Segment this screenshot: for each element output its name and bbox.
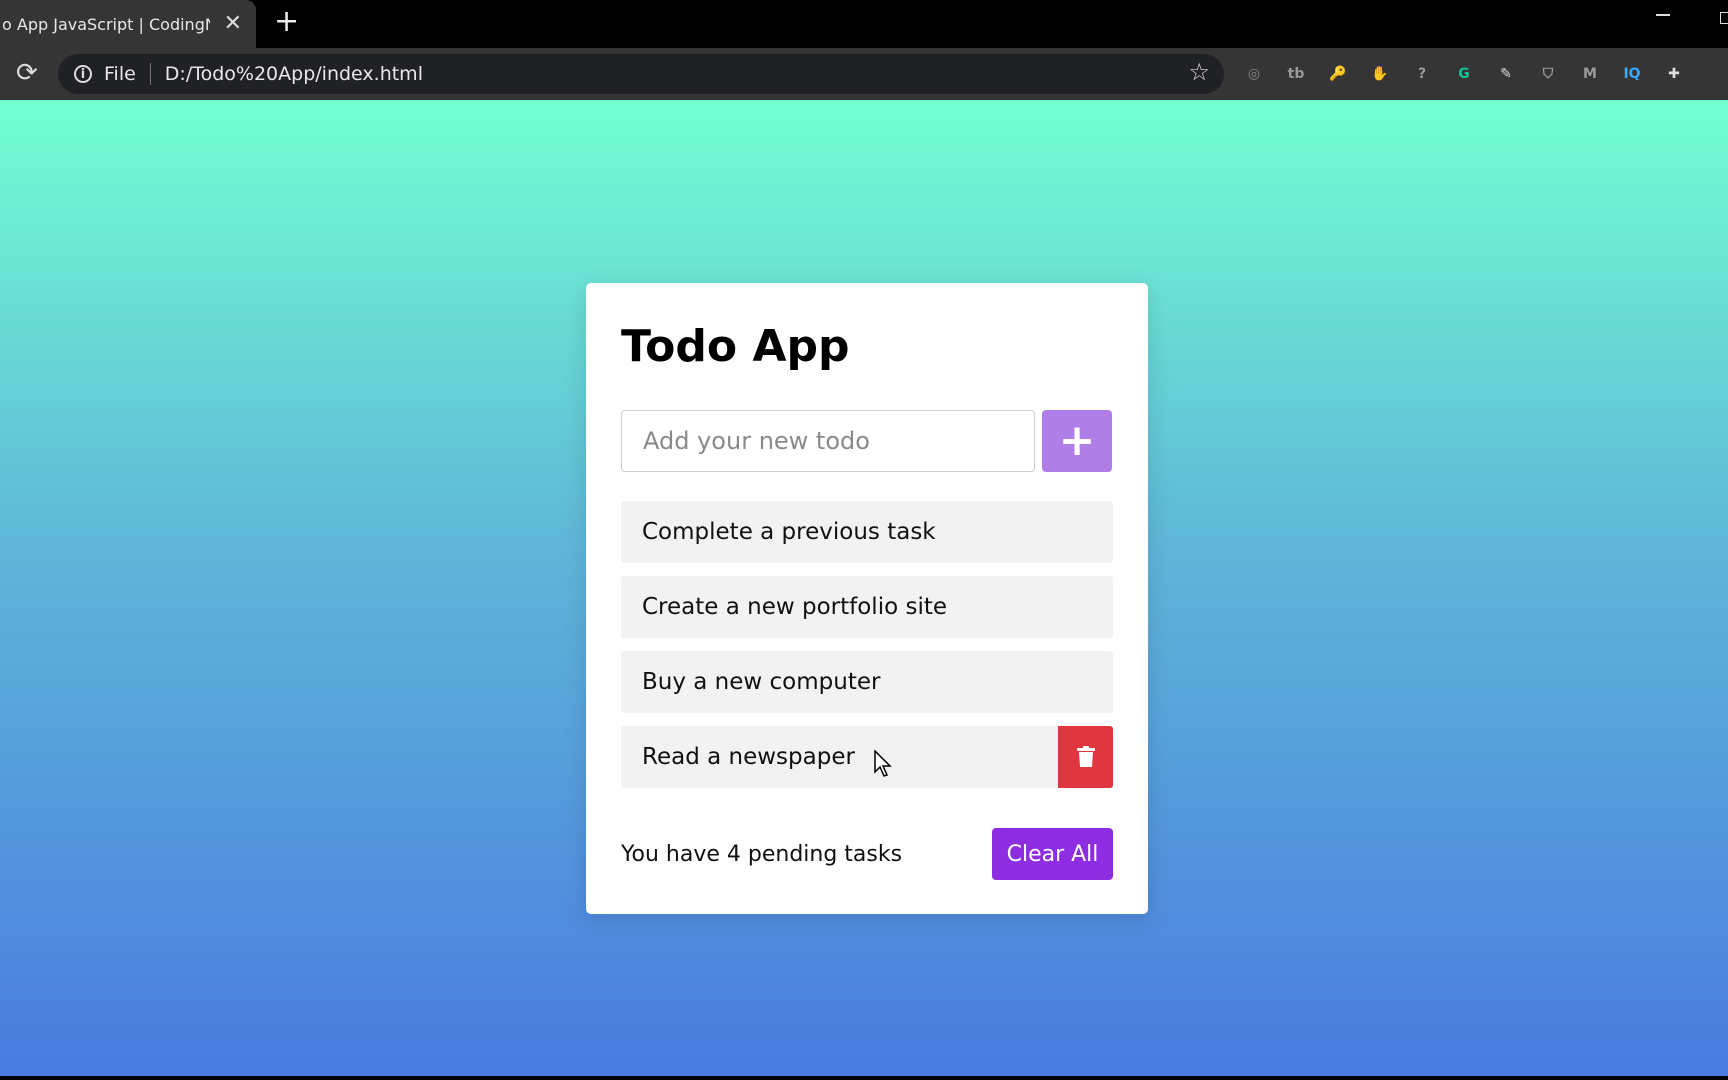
page-background: Todo App + Complete a previous task Crea… (0, 100, 1728, 1076)
add-todo-button[interactable]: + (1042, 410, 1112, 472)
todo-list: Complete a previous task Create a new po… (621, 501, 1113, 801)
bottom-edge (0, 1076, 1728, 1080)
url-scheme-label: File (104, 63, 136, 85)
mouse-cursor-icon (874, 750, 892, 777)
close-tab-icon[interactable]: ✕ (224, 11, 242, 36)
puzzle-icon[interactable]: ✚ (1660, 60, 1688, 88)
pen-icon[interactable]: ✎ (1492, 60, 1520, 88)
address-bar[interactable]: i File D:/Todo%20App/index.html ☆ (58, 54, 1224, 94)
todo-item[interactable]: Complete a previous task (621, 501, 1113, 563)
grammarly-icon[interactable]: G (1450, 60, 1478, 88)
minimize-window-button[interactable] (1656, 14, 1670, 16)
m-icon[interactable]: M (1576, 60, 1604, 88)
info-icon[interactable]: i (74, 65, 92, 83)
browser-tab-bar: o App JavaScript | CodingNep ✕ + (0, 0, 1728, 48)
app-title: Todo App (621, 321, 850, 372)
browser-tab[interactable]: o App JavaScript | CodingNep ✕ (0, 0, 256, 48)
extensions-row: ◎ tb 🔑 ✋? G ✎ ⛉ M IQ ✚ (1240, 56, 1688, 92)
iq-icon[interactable]: IQ (1618, 60, 1646, 88)
browser-toolbar: ⟳ i File D:/Todo%20App/index.html ☆ ◎ tb 🔑… (0, 48, 1728, 100)
bookmark-star-icon[interactable]: ☆ (1188, 58, 1210, 86)
todo-item[interactable]: Buy a new computer (621, 651, 1113, 713)
tab-icon[interactable]: tb (1282, 60, 1310, 88)
hand-stop-icon[interactable]: ✋ (1366, 60, 1394, 88)
address-divider (149, 63, 151, 85)
trash-icon (1076, 746, 1095, 767)
shield-icon[interactable]: ⛉ (1534, 60, 1562, 88)
maximize-window-button[interactable] (1720, 12, 1728, 24)
url-text[interactable]: D:/Todo%20App/index.html (165, 63, 423, 85)
shield-question-icon[interactable]: ? (1408, 60, 1436, 88)
reload-icon[interactable]: ⟳ (16, 58, 38, 88)
todo-item[interactable]: Create a new portfolio site (621, 576, 1113, 638)
key-icon[interactable]: 🔑 (1324, 60, 1352, 88)
todo-text: Create a new portfolio site (642, 594, 948, 620)
pending-tasks-text: You have 4 pending tasks (621, 842, 903, 867)
todo-card: Todo App + Complete a previous task Crea… (586, 283, 1148, 914)
new-todo-input[interactable] (621, 410, 1035, 472)
delete-todo-button[interactable] (1058, 726, 1113, 788)
todo-text: Read a newspaper (642, 744, 855, 770)
tab-title: o App JavaScript | CodingNep (2, 14, 210, 34)
eye-slash-icon[interactable]: ◎ (1240, 60, 1268, 88)
todo-text: Buy a new computer (642, 669, 881, 695)
todo-item[interactable]: Read a newspaper (621, 726, 1113, 788)
clear-all-button[interactable]: Clear All (992, 828, 1113, 880)
new-tab-button[interactable]: + (274, 7, 299, 37)
todo-text: Complete a previous task (642, 519, 936, 545)
